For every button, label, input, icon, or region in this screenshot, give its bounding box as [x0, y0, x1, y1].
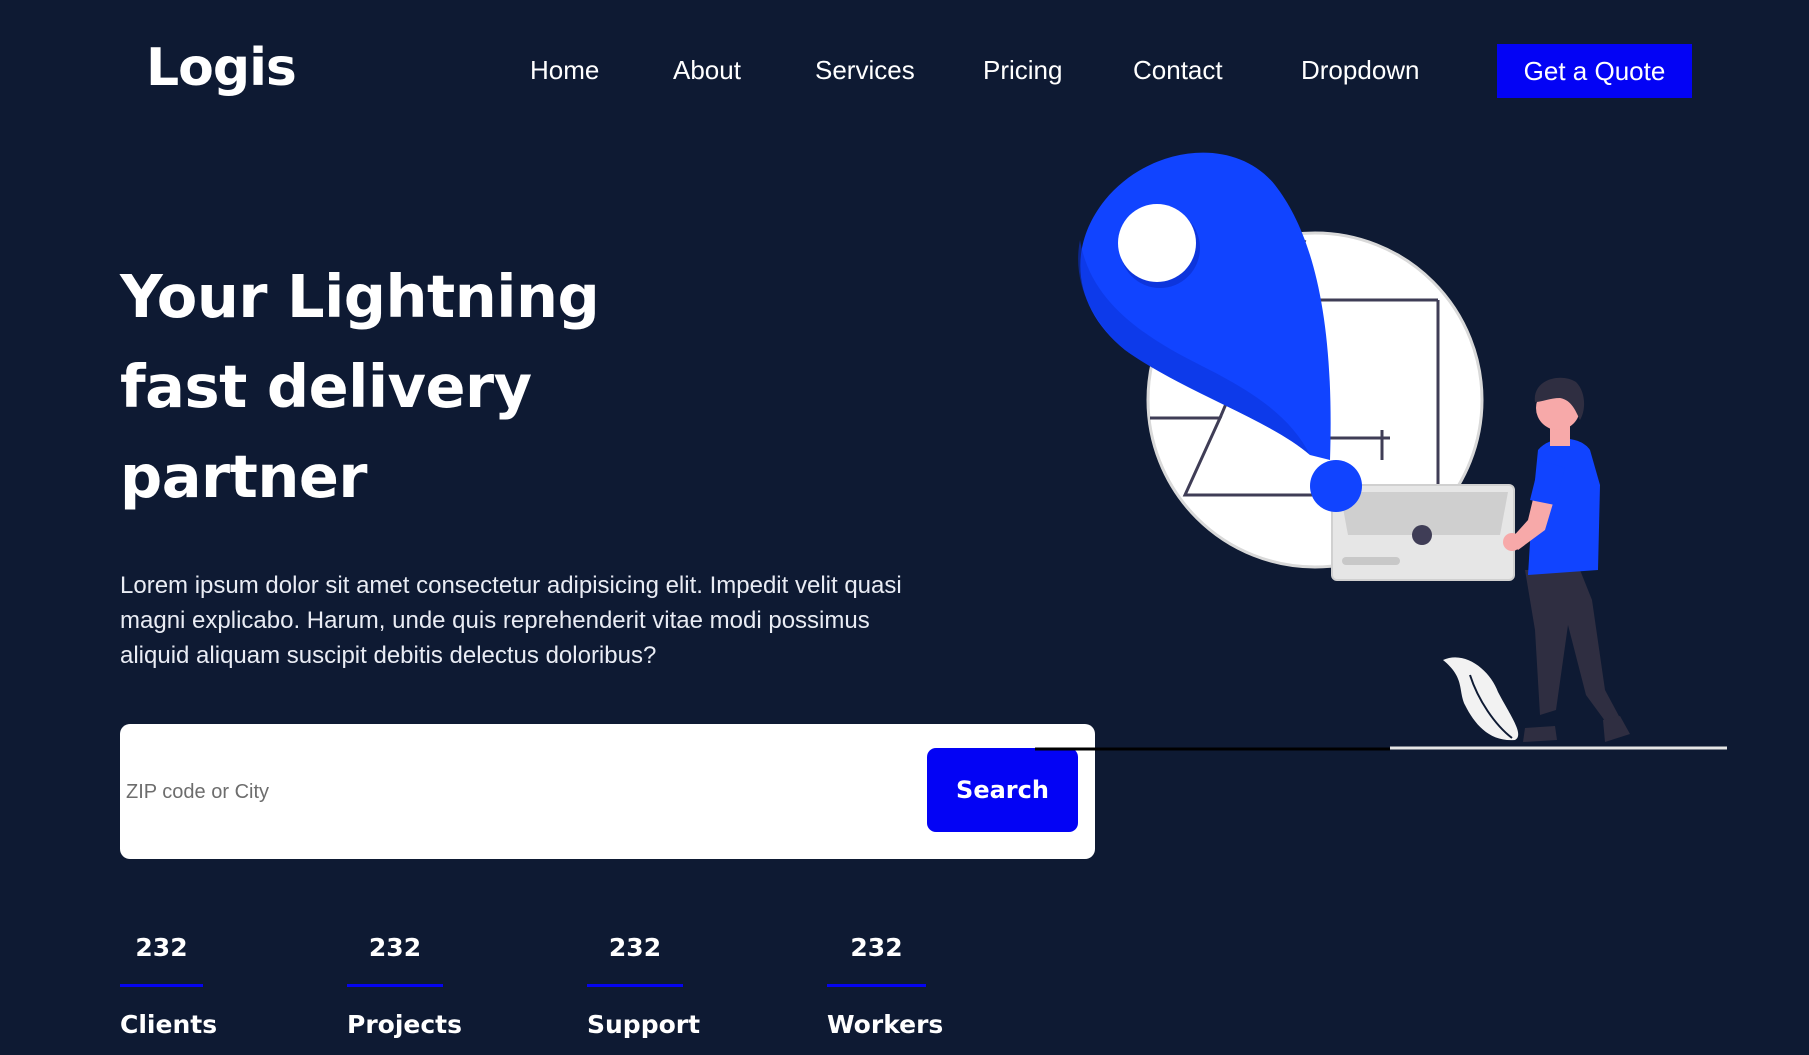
stat-value: 232: [135, 933, 188, 962]
zip-or-city-input[interactable]: [124, 764, 908, 820]
stat-workers: 232 Workers: [827, 930, 944, 1043]
delivery-illustration: [1035, 152, 1727, 751]
logo[interactable]: Logis: [146, 36, 297, 100]
hero-title: Your Lightning fast delivery partner: [120, 252, 760, 522]
stat-divider: [120, 984, 203, 987]
search-bar: Search: [120, 724, 1095, 859]
stat-value: 232: [608, 933, 662, 962]
stat-divider: [347, 984, 443, 987]
nav-item-services[interactable]: Services: [815, 52, 915, 88]
stat-label: Clients: [120, 1010, 218, 1039]
map-pin-hole: [1118, 204, 1196, 282]
stat-label: Projects: [347, 1010, 463, 1039]
stat-projects: 232 Projects: [347, 930, 463, 1043]
hero-title-line-1: Your Lightning: [120, 262, 600, 331]
stat-label: Support: [587, 1010, 701, 1039]
hero-description: Lorem ipsum dolor sit amet consectetur a…: [120, 572, 902, 669]
hero-title-line-2: fast delivery: [120, 352, 532, 421]
nav-item-about[interactable]: About: [673, 52, 741, 88]
get-a-quote-button[interactable]: Get a Quote: [1497, 44, 1692, 98]
stat-value: 232: [850, 933, 903, 962]
stat-label: Workers: [827, 1010, 944, 1039]
hero-title-line-3: partner: [120, 442, 367, 511]
stat-value: 232: [368, 933, 422, 962]
stat-divider: [827, 984, 926, 987]
package-latch: [1412, 525, 1432, 545]
nav-item-home[interactable]: Home: [530, 52, 599, 88]
person-shoe-right: [1603, 716, 1630, 742]
stat-clients: 232 Clients: [120, 930, 218, 1043]
nav-item-dropdown[interactable]: Dropdown: [1301, 52, 1420, 88]
stat-divider: [587, 984, 683, 987]
stat-support: 232 Support: [587, 930, 701, 1043]
package-label: [1342, 557, 1400, 565]
nav-item-contact[interactable]: Contact: [1133, 52, 1223, 88]
person-legs: [1525, 570, 1620, 725]
delivery-person: [1503, 377, 1630, 742]
person-hand: [1503, 533, 1521, 551]
location-dot: [1310, 460, 1362, 512]
nav-item-pricing[interactable]: Pricing: [983, 52, 1062, 88]
person-shoe-left: [1523, 726, 1557, 742]
